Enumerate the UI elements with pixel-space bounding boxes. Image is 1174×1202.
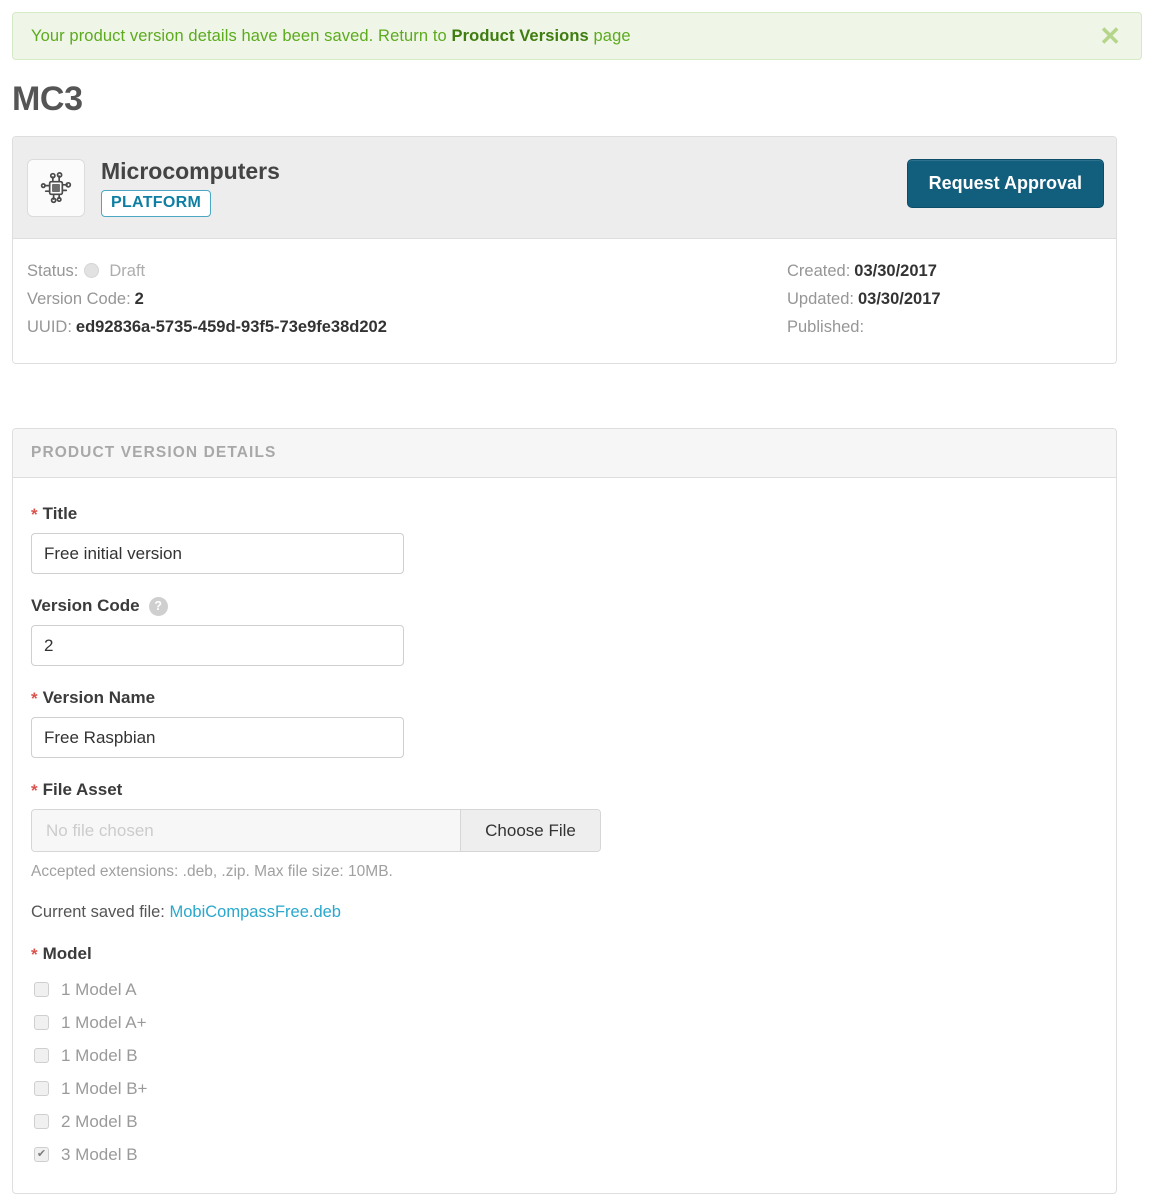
uuid-label: UUID:	[27, 318, 72, 336]
version-code-value: 2	[134, 290, 144, 308]
model-checkbox-list: 1 Model A 1 Model A+ 1 Model B 1 Model B…	[31, 973, 1098, 1171]
field-title: * Title	[31, 504, 1098, 574]
meta-row: Created: 03/30/2017	[787, 257, 941, 285]
required-asterisk: *	[31, 688, 38, 708]
status-badge: PLATFORM	[101, 189, 212, 217]
choose-file-button[interactable]: Choose File	[460, 810, 600, 851]
file-asset-label: * File Asset	[31, 780, 1098, 800]
status-dot-icon	[84, 263, 100, 279]
microchip-icon	[27, 158, 85, 217]
required-asterisk: *	[31, 780, 38, 800]
close-icon[interactable]: ✕	[1097, 23, 1123, 49]
list-item[interactable]: 1 Model A	[31, 973, 1098, 1006]
summary-meta: Status: Draft Version Code: 2 UUID: ed92836…	[13, 239, 1116, 363]
alert-message-prefix: Your product version details have been s…	[31, 26, 452, 45]
version-code-label: Version Code:	[27, 290, 131, 308]
list-item[interactable]: 2 Model B	[31, 1105, 1098, 1138]
meta-row: Status: Draft	[27, 257, 787, 285]
model-checkbox[interactable]	[34, 1015, 49, 1030]
model-checkbox[interactable]	[34, 1081, 49, 1096]
model-checkbox[interactable]	[34, 1147, 49, 1162]
title-label-text: Title	[42, 504, 78, 523]
file-asset-label-text: File Asset	[42, 780, 123, 799]
help-icon[interactable]: ?	[148, 596, 168, 616]
panel-body: * Title Version Code ? * Version Name * …	[13, 478, 1116, 1193]
meta-row: Version Code: 2	[27, 285, 787, 313]
product-versions-link[interactable]: Product Versions	[452, 27, 589, 45]
model-option-label: 2 Model B	[61, 1111, 138, 1131]
product-name: Microcomputers	[101, 158, 280, 185]
version-code-label: Version Code ?	[31, 596, 1098, 616]
model-option-label: 1 Model B+	[61, 1078, 148, 1098]
request-approval-button[interactable]: Request Approval	[906, 159, 1104, 208]
status-value: Draft	[109, 262, 146, 280]
title-input[interactable]	[31, 533, 404, 574]
meta-row: UUID: ed92836a-5735-459d-93f5-73e9fe38d20…	[27, 313, 787, 341]
alert-message: Your product version details have been s…	[31, 27, 1097, 46]
model-label-text: Model	[42, 944, 92, 963]
file-input-group[interactable]: No file chosen Choose File	[31, 809, 601, 852]
current-saved-file: Current saved file: MobiCompassFree.deb	[31, 903, 1098, 922]
created-value: 03/30/2017	[854, 262, 937, 280]
version-code-input[interactable]	[31, 625, 404, 666]
panel-title: PRODUCT VERSION DETAILS	[13, 429, 1116, 478]
list-item[interactable]: 1 Model B	[31, 1039, 1098, 1072]
required-asterisk: *	[31, 944, 38, 964]
alert-message-suffix: page	[588, 26, 631, 45]
model-option-label: 3 Model B	[61, 1144, 138, 1164]
summary-meta-left: Status: Draft Version Code: 2 UUID: ed92836…	[27, 257, 787, 341]
field-file-asset: * File Asset No file chosen Choose File …	[31, 780, 1098, 922]
page-title: MC3	[12, 80, 83, 118]
version-name-label-text: Version Name	[42, 688, 156, 707]
model-option-label: 1 Model A+	[61, 1012, 147, 1032]
uuid-value: ed92836a-5735-459d-93f5-73e9fe38d202	[75, 318, 387, 336]
success-alert: Your product version details have been s…	[12, 12, 1142, 60]
product-version-details-panel: PRODUCT VERSION DETAILS * Title Version …	[12, 428, 1117, 1194]
field-model: * Model 1 Model A 1 Model A+ 1 Model B 1…	[31, 944, 1098, 1171]
model-option-label: 1 Model A	[61, 979, 137, 999]
meta-row: Updated: 03/30/2017	[787, 285, 941, 313]
product-title-group: Microcomputers PLATFORM	[101, 158, 280, 217]
model-checkbox[interactable]	[34, 1048, 49, 1063]
required-asterisk: *	[31, 504, 38, 524]
file-asset-help-text: Accepted extensions: .deb, .zip. Max fil…	[31, 863, 393, 880]
list-item[interactable]: 1 Model B+	[31, 1072, 1098, 1105]
created-label: Created:	[787, 262, 851, 280]
title-label: * Title	[31, 504, 1098, 524]
saved-file-link[interactable]: MobiCompassFree.deb	[169, 903, 341, 921]
file-name-display: No file chosen	[32, 810, 460, 851]
version-code-label-text: Version Code	[31, 596, 140, 615]
summary-header: Microcomputers PLATFORM Request Approval	[13, 137, 1116, 239]
product-summary-card: Microcomputers PLATFORM Request Approval…	[12, 136, 1117, 364]
field-version-code: Version Code ?	[31, 596, 1098, 666]
model-label: * Model	[31, 944, 1098, 964]
model-checkbox[interactable]	[34, 1114, 49, 1129]
field-version-name: * Version Name	[31, 688, 1098, 758]
list-item[interactable]: 3 Model B	[31, 1138, 1098, 1171]
published-label: Published:	[787, 318, 865, 336]
updated-label: Updated:	[787, 290, 854, 308]
version-name-label: * Version Name	[31, 688, 1098, 708]
updated-value: 03/30/2017	[857, 290, 941, 308]
current-saved-file-prefix: Current saved file:	[31, 903, 170, 921]
status-label: Status:	[27, 262, 79, 280]
version-name-input[interactable]	[31, 717, 404, 758]
summary-meta-right: Created: 03/30/2017 Updated: 03/30/2017 Pu…	[787, 257, 941, 341]
list-item[interactable]: 1 Model A+	[31, 1006, 1098, 1039]
model-checkbox[interactable]	[34, 982, 49, 997]
model-option-label: 1 Model B	[61, 1045, 138, 1065]
meta-row: Published:	[787, 313, 941, 341]
